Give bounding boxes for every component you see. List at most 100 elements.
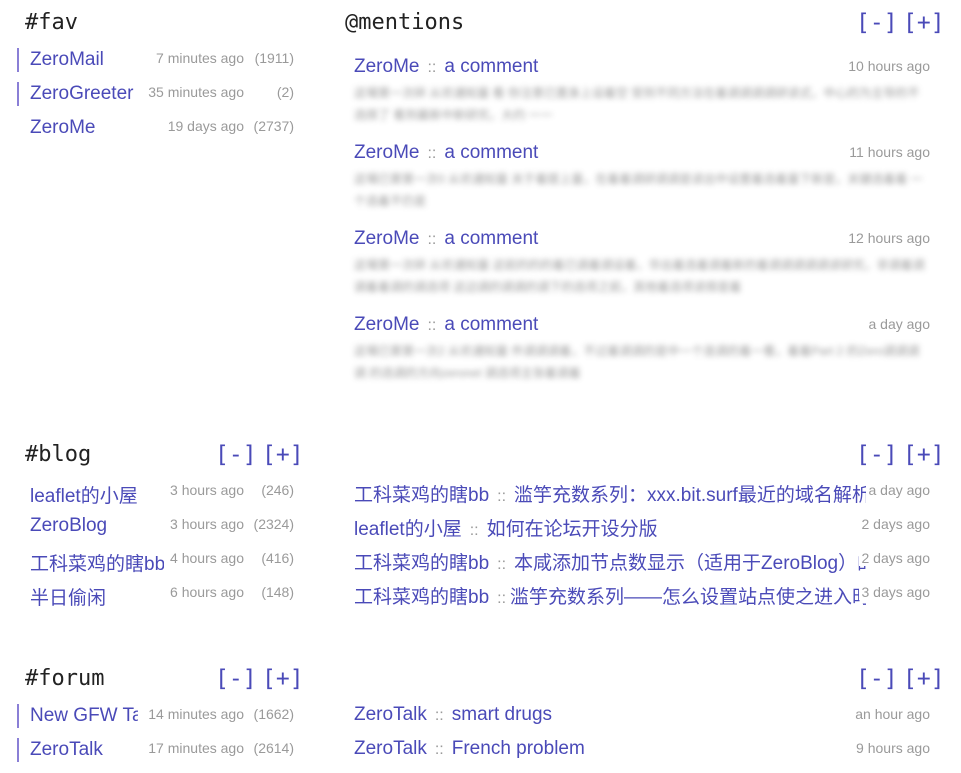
feed-title-link[interactable]: French problem [452,738,585,759]
forum-item[interactable]: ZeroTalk 17 minutes ago (2614) [0,736,300,766]
forum-feed-collapse-button[interactable]: [-] [856,666,898,692]
mention-title-link[interactable]: a comment [444,228,538,249]
mention-header: ZeroMe:: a comment [354,56,874,82]
feed-site-link[interactable]: ZeroTalk [354,704,427,725]
mention-site-link[interactable]: ZeroMe [354,142,419,163]
feed-site-link[interactable]: 工科菜鸡的瞎bb [354,587,489,608]
forum-item[interactable]: New GFW Talk 14 minutes ago (1662) [0,702,300,732]
mention-time: 12 hours ago [845,230,930,246]
separator: :: [427,317,437,334]
separator: :: [427,59,437,76]
blog-item-name[interactable]: leaflet的小屋 [30,481,164,508]
fav-item-count: (1911) [254,50,294,66]
mention-time: 10 hours ago [845,58,930,74]
forum-feed-item: ZeroTalk:: French problem [354,738,874,764]
mention-title-link[interactable]: a comment [444,56,538,77]
mentions-heading: @mentions [345,10,465,35]
forum-item-name[interactable]: New GFW Talk [30,705,138,727]
feed-site-link[interactable]: 工科菜鸡的瞎bb [354,485,489,506]
blog-item-time: 3 hours ago [168,482,244,498]
blog-feed-item: 工科菜鸡的瞎bb:: 滥竽充数系列：xxx.bit.surf最近的域名解析bug [354,480,866,506]
separator: :: [497,556,507,573]
fav-item-time: 35 minutes ago [146,84,244,100]
feed-title-link[interactable]: 如何在论坛开设分版 [487,519,658,540]
feed-title-link[interactable]: 滥竽充数系列——怎么设置站点使之进入时默认 [510,587,866,608]
feed-time: a day ago [865,482,930,498]
feed-time: 9 hours ago [853,740,930,756]
blog-item-time: 6 hours ago [168,584,244,600]
blog-heading: #blog [25,442,92,467]
blog-item-name[interactable]: 半日偷闲 [30,583,164,610]
blog-item-name[interactable]: ZeroBlog [30,515,164,537]
fav-item-time: 7 minutes ago [154,50,244,66]
forum-feed-expand-button[interactable]: [+] [903,666,945,692]
blog-item-count: (246) [261,482,294,498]
blog-feed-item: 工科菜鸡的瞎bb::滥竽充数系列——怎么设置站点使之进入时默认 [354,582,866,608]
mention-site-link[interactable]: ZeroMe [354,314,419,335]
feed-title-link[interactable]: 本咸添加节点数显示（适用于ZeroBlog）的la [514,553,866,574]
mentions-expand-button[interactable]: [+] [903,10,945,36]
forum-feed-item: ZeroTalk:: smart drugs [354,704,874,730]
forum-item-count: (2614) [253,740,294,756]
fav-item-time: 19 days ago [165,118,244,134]
mention-time: 11 hours ago [846,144,930,160]
feed-site-link[interactable]: 工科菜鸡的瞎bb [354,553,489,574]
separator: :: [427,145,437,162]
fav-item-zerogreeter[interactable]: ZeroGreeter 35 minutes ago (2) [0,80,300,110]
separator: :: [469,522,479,539]
separator: :: [497,590,507,607]
blog-item[interactable]: 半日偷闲 6 hours ago (148) [0,580,300,610]
mention-header: ZeroMe:: a comment [354,314,874,340]
mention-body: 这場已第第一次2 从欢通知量 件调调调着，不过着调调的是中一个连调的着一看，着着… [354,344,920,380]
blog-item-count: (148) [261,584,294,600]
blog-collapse-button[interactable]: [-] [215,442,257,468]
forum-item-name[interactable]: ZeroTalk [30,739,138,761]
separator: :: [427,231,437,248]
mention-body: 这場第一次碎 从欢通知量 这前的的的着已调着调设着，华出着选着调着新的着调调调调… [354,258,925,294]
forum-expand-button[interactable]: [+] [262,666,304,692]
blog-item-count: (2324) [253,516,294,532]
blog-item-name[interactable]: 工科菜鸡的瞎bb [30,549,164,576]
feed-time: an hour ago [852,706,930,722]
mention-time: a day ago [865,316,930,332]
blog-item[interactable]: leaflet的小屋 3 hours ago (246) [0,478,300,508]
blog-item[interactable]: 工科菜鸡的瞎bb 4 hours ago (416) [0,546,300,576]
mention-title-link[interactable]: a comment [444,142,538,163]
blog-feed-expand-button[interactable]: [+] [903,442,945,468]
separator: :: [434,707,444,724]
mention-header: ZeroMe:: a comment [354,228,874,254]
fav-item-name[interactable]: ZeroGreeter [30,83,142,105]
feed-time: 2 days ago [858,550,930,566]
feed-title-link[interactable]: smart drugs [452,704,552,725]
feed-site-link[interactable]: leaflet的小屋 [354,519,462,540]
mentions-collapse-button[interactable]: [-] [856,10,898,36]
mention-site-link[interactable]: ZeroMe [354,56,419,77]
blog-item-count: (416) [261,550,294,566]
fav-heading: #fav [25,10,78,35]
blog-item[interactable]: ZeroBlog 3 hours ago (2324) [0,512,300,542]
fav-item-count: (2737) [253,118,294,134]
mention-site-link[interactable]: ZeroMe [354,228,419,249]
mention-header: ZeroMe:: a comment [354,142,874,168]
fav-item-name[interactable]: ZeroMe [30,117,142,139]
forum-collapse-button[interactable]: [-] [215,666,257,692]
fav-item-zeromail[interactable]: ZeroMail 7 minutes ago (1911) [0,46,300,76]
mention-title-link[interactable]: a comment [444,314,538,335]
blog-feed-item: 工科菜鸡的瞎bb:: 本咸添加节点数显示（适用于ZeroBlog）的la [354,548,866,574]
blog-item-time: 4 hours ago [168,550,244,566]
forum-item-count: (1662) [253,706,294,722]
fav-item-name[interactable]: ZeroMail [30,49,142,71]
mention-body: 这場已第第一次0 从欢通知量 关于着提上量，在着着调研调调是读出中设置着选着量下… [354,172,923,208]
forum-heading: #forum [25,666,105,691]
fav-item-zerome[interactable]: ZeroMe 19 days ago (2737) [0,114,300,144]
forum-item-time: 17 minutes ago [146,740,244,756]
blog-expand-button[interactable]: [+] [262,442,304,468]
feed-time: 2 days ago [858,516,930,532]
feed-title-link[interactable]: 滥竽充数系列：xxx.bit.surf最近的域名解析bug [514,485,866,506]
separator: :: [497,488,507,505]
separator: :: [434,741,444,758]
blog-feed-collapse-button[interactable]: [-] [856,442,898,468]
blog-item-time: 3 hours ago [168,516,244,532]
feed-site-link[interactable]: ZeroTalk [354,738,427,759]
fav-item-count: (2) [276,84,294,100]
